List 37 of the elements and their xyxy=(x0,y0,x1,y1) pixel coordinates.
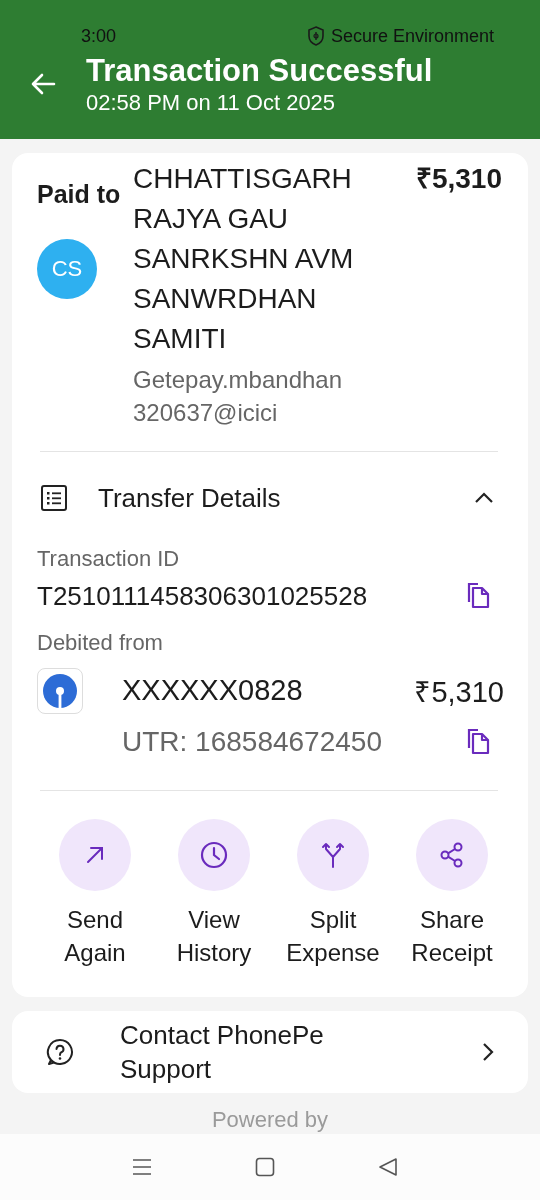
field-label: Transaction ID xyxy=(37,545,181,573)
help-icon xyxy=(46,1038,74,1066)
transaction-id: T2510111458306301025528 xyxy=(37,580,368,612)
utr-number: UTR: 168584672450 xyxy=(122,726,382,758)
copy-icon[interactable] xyxy=(465,728,492,756)
shield-icon xyxy=(306,26,325,46)
paid-to-label: Paid to xyxy=(37,179,122,209)
support-label: Contact PhonePe Support xyxy=(120,1019,325,1086)
powered-by-text: Powered by xyxy=(211,1107,329,1133)
bank-logo-icon xyxy=(42,673,78,709)
section-title: Transfer Details xyxy=(98,482,282,514)
action-button[interactable]: Share Receipt xyxy=(394,819,510,969)
back-icon[interactable] xyxy=(30,73,56,95)
amount: ₹5,310 xyxy=(415,162,502,196)
payee-upi-id: Getepay.mbandhan320637@icici xyxy=(133,365,344,428)
transaction-time: 02:58 PM on 11 Oct 2025 xyxy=(86,90,337,116)
transfer-details-header[interactable]: Transfer Details xyxy=(12,452,528,544)
field-label: Debited from xyxy=(37,629,164,657)
payee-name: CHHATTISGARH RAJYA GAU SANRKSHN AVM SANWRDHAN SAMITI xyxy=(133,162,355,356)
action-button[interactable]: Send Again xyxy=(37,819,153,969)
list-icon xyxy=(40,484,68,512)
copy-icon[interactable] xyxy=(465,582,492,610)
action-button[interactable]: View History xyxy=(156,819,272,969)
action-button[interactable]: Split Expense xyxy=(275,819,391,969)
collapse-caret-icon[interactable] xyxy=(474,492,494,504)
debited-amount: ₹5,310 xyxy=(414,674,504,710)
chevron-right-icon xyxy=(482,1042,494,1062)
account-number: XXXXXX0828 xyxy=(122,673,303,707)
secure-label: Secure Environment xyxy=(330,25,494,47)
page-title: Transaction Successful xyxy=(86,52,433,90)
support-row[interactable]: Contact PhonePe Support xyxy=(12,1011,528,1093)
avatar: CS xyxy=(37,239,97,299)
home-icon[interactable] xyxy=(255,1157,275,1177)
back-triangle-icon[interactable] xyxy=(378,1157,398,1177)
clock-icon xyxy=(199,840,229,870)
menu-icon[interactable] xyxy=(132,1158,152,1176)
status-time: 3:00 xyxy=(81,25,117,47)
